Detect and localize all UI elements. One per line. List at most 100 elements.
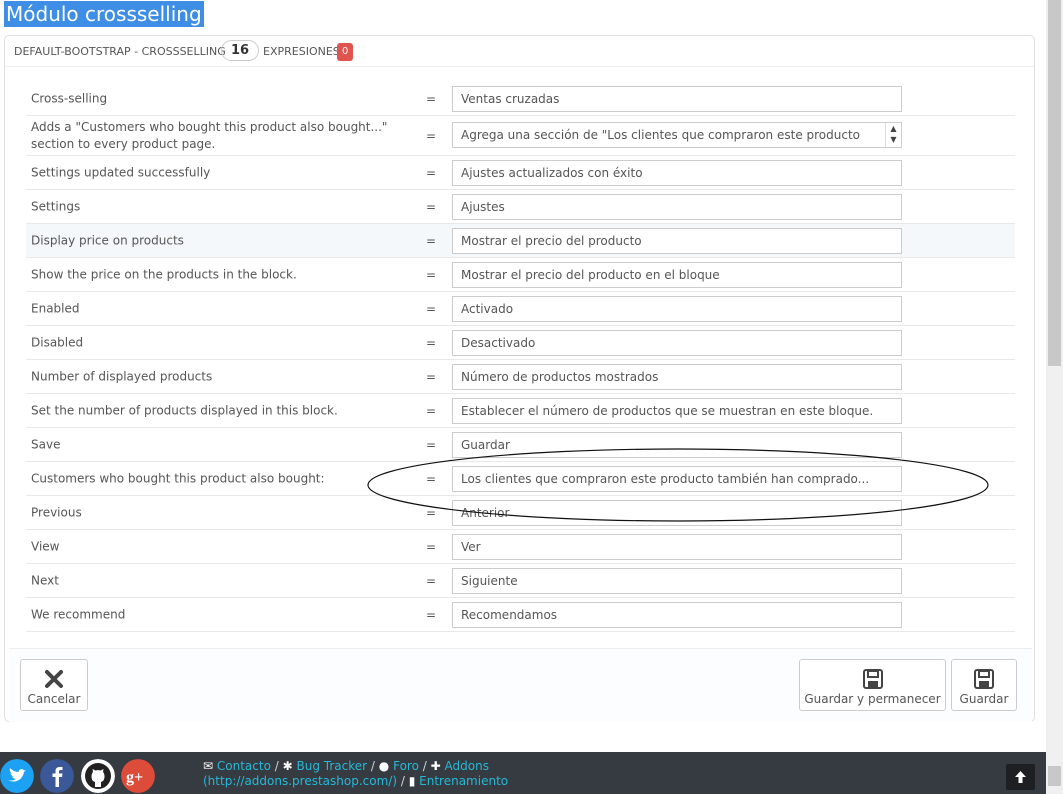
source-text: Number of displayed products	[31, 369, 213, 383]
equals-sign: =	[426, 335, 437, 350]
bug-tracker-link[interactable]: Bug Tracker	[297, 759, 368, 773]
expressions-count: 16	[221, 40, 260, 61]
source-text: Display price on products	[31, 233, 184, 247]
source-text: Adds a "Customers who bought this produc…	[31, 119, 388, 151]
table-row: Adds a "Customers who bought this produc…	[26, 116, 1015, 156]
save-icon	[862, 669, 883, 689]
translation-list: Cross-selling = Ventas cruzadas Adds a "…	[26, 82, 1015, 632]
addons-link[interactable]: Addons	[445, 759, 489, 773]
textarea-value: Agrega una sección de "Los clientes que …	[461, 128, 861, 142]
table-row: Previous = Anterior	[26, 496, 1015, 530]
arrow-up-icon	[1015, 771, 1026, 783]
table-row: Set the number of products displayed in …	[26, 394, 1015, 428]
cancel-label: Cancelar	[27, 692, 81, 706]
source-text: Disabled	[31, 335, 84, 349]
table-row: Enabled = Activado	[26, 292, 1015, 326]
translation-input[interactable]: Siguiente	[452, 568, 902, 594]
translation-input[interactable]: Número de productos mostrados	[452, 364, 902, 390]
twitter-icon[interactable]	[0, 759, 34, 793]
envelope-icon: ✉	[203, 759, 214, 773]
panel-header: DEFAULT-BOOTSTRAP - CROSSSELLING 16 EXPR…	[5, 36, 1034, 67]
translation-textarea[interactable]: Agrega una sección de "Los clientes que …	[452, 122, 902, 148]
save-label: Guardar	[959, 692, 1009, 706]
equals-sign: =	[426, 233, 437, 248]
svg-text:g+: g+	[126, 769, 143, 786]
equals-sign: =	[426, 199, 437, 214]
addons-url-link[interactable]: (http://addons.prestashop.com/)	[203, 774, 397, 788]
textarea-scrollbar[interactable]: ▲ ▼	[885, 123, 901, 147]
page-title: Módulo crossselling	[4, 1, 204, 27]
forum-link[interactable]: Foro	[393, 759, 419, 773]
equals-sign: =	[426, 301, 437, 316]
source-text: Show the price on the products in the bl…	[31, 267, 297, 281]
github-icon[interactable]	[81, 759, 115, 793]
equals-sign: =	[426, 471, 437, 486]
page-scrollbar[interactable]	[1046, 0, 1063, 794]
save-icon	[974, 669, 994, 689]
source-text: Customers who bought this product also b…	[31, 471, 325, 485]
table-row: We recommend = Recomendamos	[26, 598, 1015, 632]
scrollbar-handle[interactable]	[1048, 766, 1061, 786]
table-row: Settings updated successfully = Ajustes …	[26, 156, 1015, 190]
separator: /	[274, 759, 279, 773]
table-row: Disabled = Desactivado	[26, 326, 1015, 360]
save-button[interactable]: Guardar	[951, 659, 1017, 711]
contact-link[interactable]: Contacto	[217, 759, 271, 773]
source-text: Enabled	[31, 301, 80, 315]
equals-sign: =	[426, 369, 437, 384]
save-and-stay-button[interactable]: Guardar y permanecer	[799, 659, 946, 711]
puzzle-icon: ✚	[430, 759, 441, 773]
separator: /	[400, 774, 405, 788]
translation-input[interactable]: Mostrar el precio del producto en el blo…	[452, 262, 902, 288]
training-link[interactable]: Entrenamiento	[419, 774, 508, 788]
source-text: Next	[31, 573, 59, 587]
translation-input[interactable]: Ajustes	[452, 194, 902, 220]
source-text: Set the number of products displayed in …	[31, 403, 338, 417]
translation-input[interactable]: Establecer el número de productos que se…	[452, 398, 902, 424]
translation-input[interactable]: Ver	[452, 534, 902, 560]
book-icon: ▮	[408, 774, 416, 788]
equals-sign: =	[426, 573, 437, 588]
source-text: We recommend	[31, 607, 126, 621]
translation-input[interactable]: Anterior	[452, 500, 902, 526]
scroll-to-top-button[interactable]	[1006, 764, 1035, 790]
translation-input[interactable]: Recomendamos	[452, 602, 902, 628]
source-text: View	[31, 539, 60, 553]
equals-sign: =	[426, 267, 437, 282]
equals-sign: =	[426, 607, 437, 622]
google-plus-icon[interactable]: g+	[121, 759, 155, 793]
table-row: Cross-selling = Ventas cruzadas	[26, 82, 1015, 116]
translation-input[interactable]: Ventas cruzadas	[452, 86, 902, 112]
source-text: Settings	[31, 199, 81, 213]
close-icon	[45, 670, 63, 688]
source-text: Cross-selling	[31, 91, 108, 105]
separator: /	[370, 759, 375, 773]
module-header-label: DEFAULT-BOOTSTRAP - CROSSSELLING	[14, 45, 226, 58]
translation-input[interactable]: Guardar	[452, 432, 902, 458]
source-text: Settings updated successfully	[31, 165, 211, 179]
translation-input[interactable]: Mostrar el precio del producto	[452, 228, 902, 254]
table-row: Customers who bought this product also b…	[26, 462, 1015, 496]
panel-footer: Cancelar Guardar y permanecer Guardar	[9, 648, 1032, 722]
table-row: View = Ver	[26, 530, 1015, 564]
equals-sign: =	[426, 165, 437, 180]
equals-sign: =	[426, 437, 437, 452]
translation-input[interactable]: Activado	[452, 296, 902, 322]
scrollbar-thumb[interactable]	[1048, 0, 1061, 366]
expressions-label: EXPRESIONES	[263, 45, 340, 58]
separator: /	[422, 759, 427, 773]
footer-links: ✉ Contacto / ✱ Bug Tracker / ● Foro / ✚ …	[203, 759, 508, 789]
save-and-stay-label: Guardar y permanecer	[804, 692, 941, 706]
table-row: Display price on products = Mostrar el p…	[26, 224, 1015, 258]
equals-sign: =	[426, 128, 437, 143]
table-row: Next = Siguiente	[26, 564, 1015, 598]
comments-icon: ●	[378, 759, 390, 773]
translation-input[interactable]: Los clientes que compraron este producto…	[452, 466, 902, 492]
equals-sign: =	[426, 505, 437, 520]
translation-input[interactable]: Desactivado	[452, 330, 902, 356]
cancel-button[interactable]: Cancelar	[20, 659, 88, 711]
facebook-icon[interactable]	[40, 759, 74, 793]
source-text: Previous	[31, 505, 82, 519]
translation-input[interactable]: Ajustes actualizados con éxito	[452, 160, 902, 186]
table-row: Save = Guardar	[26, 428, 1015, 462]
